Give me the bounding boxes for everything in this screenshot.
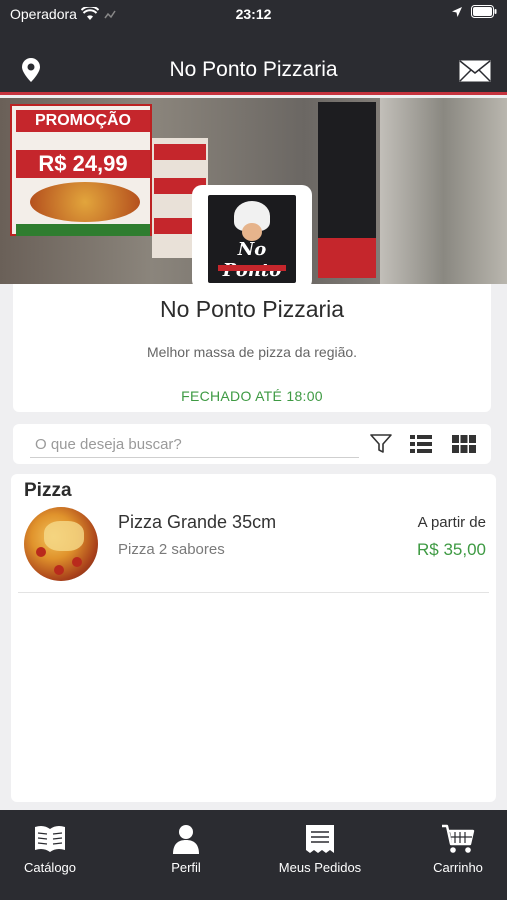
list-view-button[interactable] [410,434,432,459]
logo-text: No Ponto [223,239,281,281]
tab-catalogo[interactable]: Catálogo [0,810,105,900]
product-subtitle: Pizza 2 sabores [118,541,225,558]
tab-bar: Catálogo Perfil Meus Pedidos Carrinho [0,810,507,900]
tab-label: Meus Pedidos [278,860,362,875]
product-image [24,507,98,581]
promo-price: R$ 24,99 [16,150,150,178]
tab-label: Carrinho [433,860,483,875]
storefront-glass [380,98,507,284]
grid-view-button[interactable] [452,434,476,459]
status-bar: Operadora 23:12 [0,0,507,28]
promo-poster: PROMOÇÃO R$ 24,99 [10,104,152,236]
logo-ribbon [218,265,286,271]
promo-headline: PROMOÇÃO [16,110,150,132]
search-field-wrap [30,432,359,458]
tab-carrinho[interactable]: Carrinho [403,810,507,900]
tab-perfil[interactable]: Perfil [131,810,241,900]
book-icon [35,825,65,852]
cart-icon [442,824,475,853]
store-status: FECHADO ATÉ 18:00 [181,388,323,404]
store-name: No Ponto Pizzaria [159,296,345,322]
catalog-list: Pizza Pizza Grande 35cm Pizza 2 sabores … [11,474,496,802]
location-arrow-icon [452,6,462,17]
section-title: Pizza [24,480,72,501]
tab-meus-pedidos[interactable]: Meus Pedidos [265,810,375,900]
nav-bar: No Ponto Pizzaria [0,28,507,95]
divider [18,592,489,593]
logo-image: No Ponto [208,195,296,283]
product-price: R$ 35,00 [417,540,486,559]
user-icon [173,825,199,854]
brand-poster [318,102,376,278]
search-input[interactable] [30,432,359,456]
price-prefix: A partir de [417,514,486,531]
clock: 23:12 [235,6,272,22]
pizza-illustration [30,182,140,222]
nav-title: No Ponto Pizzaria [169,58,338,81]
status-right [451,5,497,18]
product-name: Pizza Grande 35cm [118,512,277,532]
filter-button[interactable] [370,434,392,459]
list-view-icon [410,435,432,453]
store-logo: No Ponto [192,185,312,290]
filter-icon [370,434,392,453]
tab-label: Catálogo [23,860,77,875]
battery-icon [471,5,497,18]
grid-view-icon [452,435,476,453]
mail-icon [459,60,491,82]
promo-strip [16,224,150,236]
tab-label: Perfil [171,860,201,875]
receipt-icon [306,825,334,853]
search-bar [13,424,491,464]
store-description: Melhor massa de pizza da região. [146,344,358,360]
mail-button[interactable] [459,60,491,87]
store-info-card: No Ponto Pizzaria Melhor massa de pizza … [13,284,491,412]
list-item[interactable]: Pizza Grande 35cm Pizza 2 sabores A part… [11,504,496,592]
